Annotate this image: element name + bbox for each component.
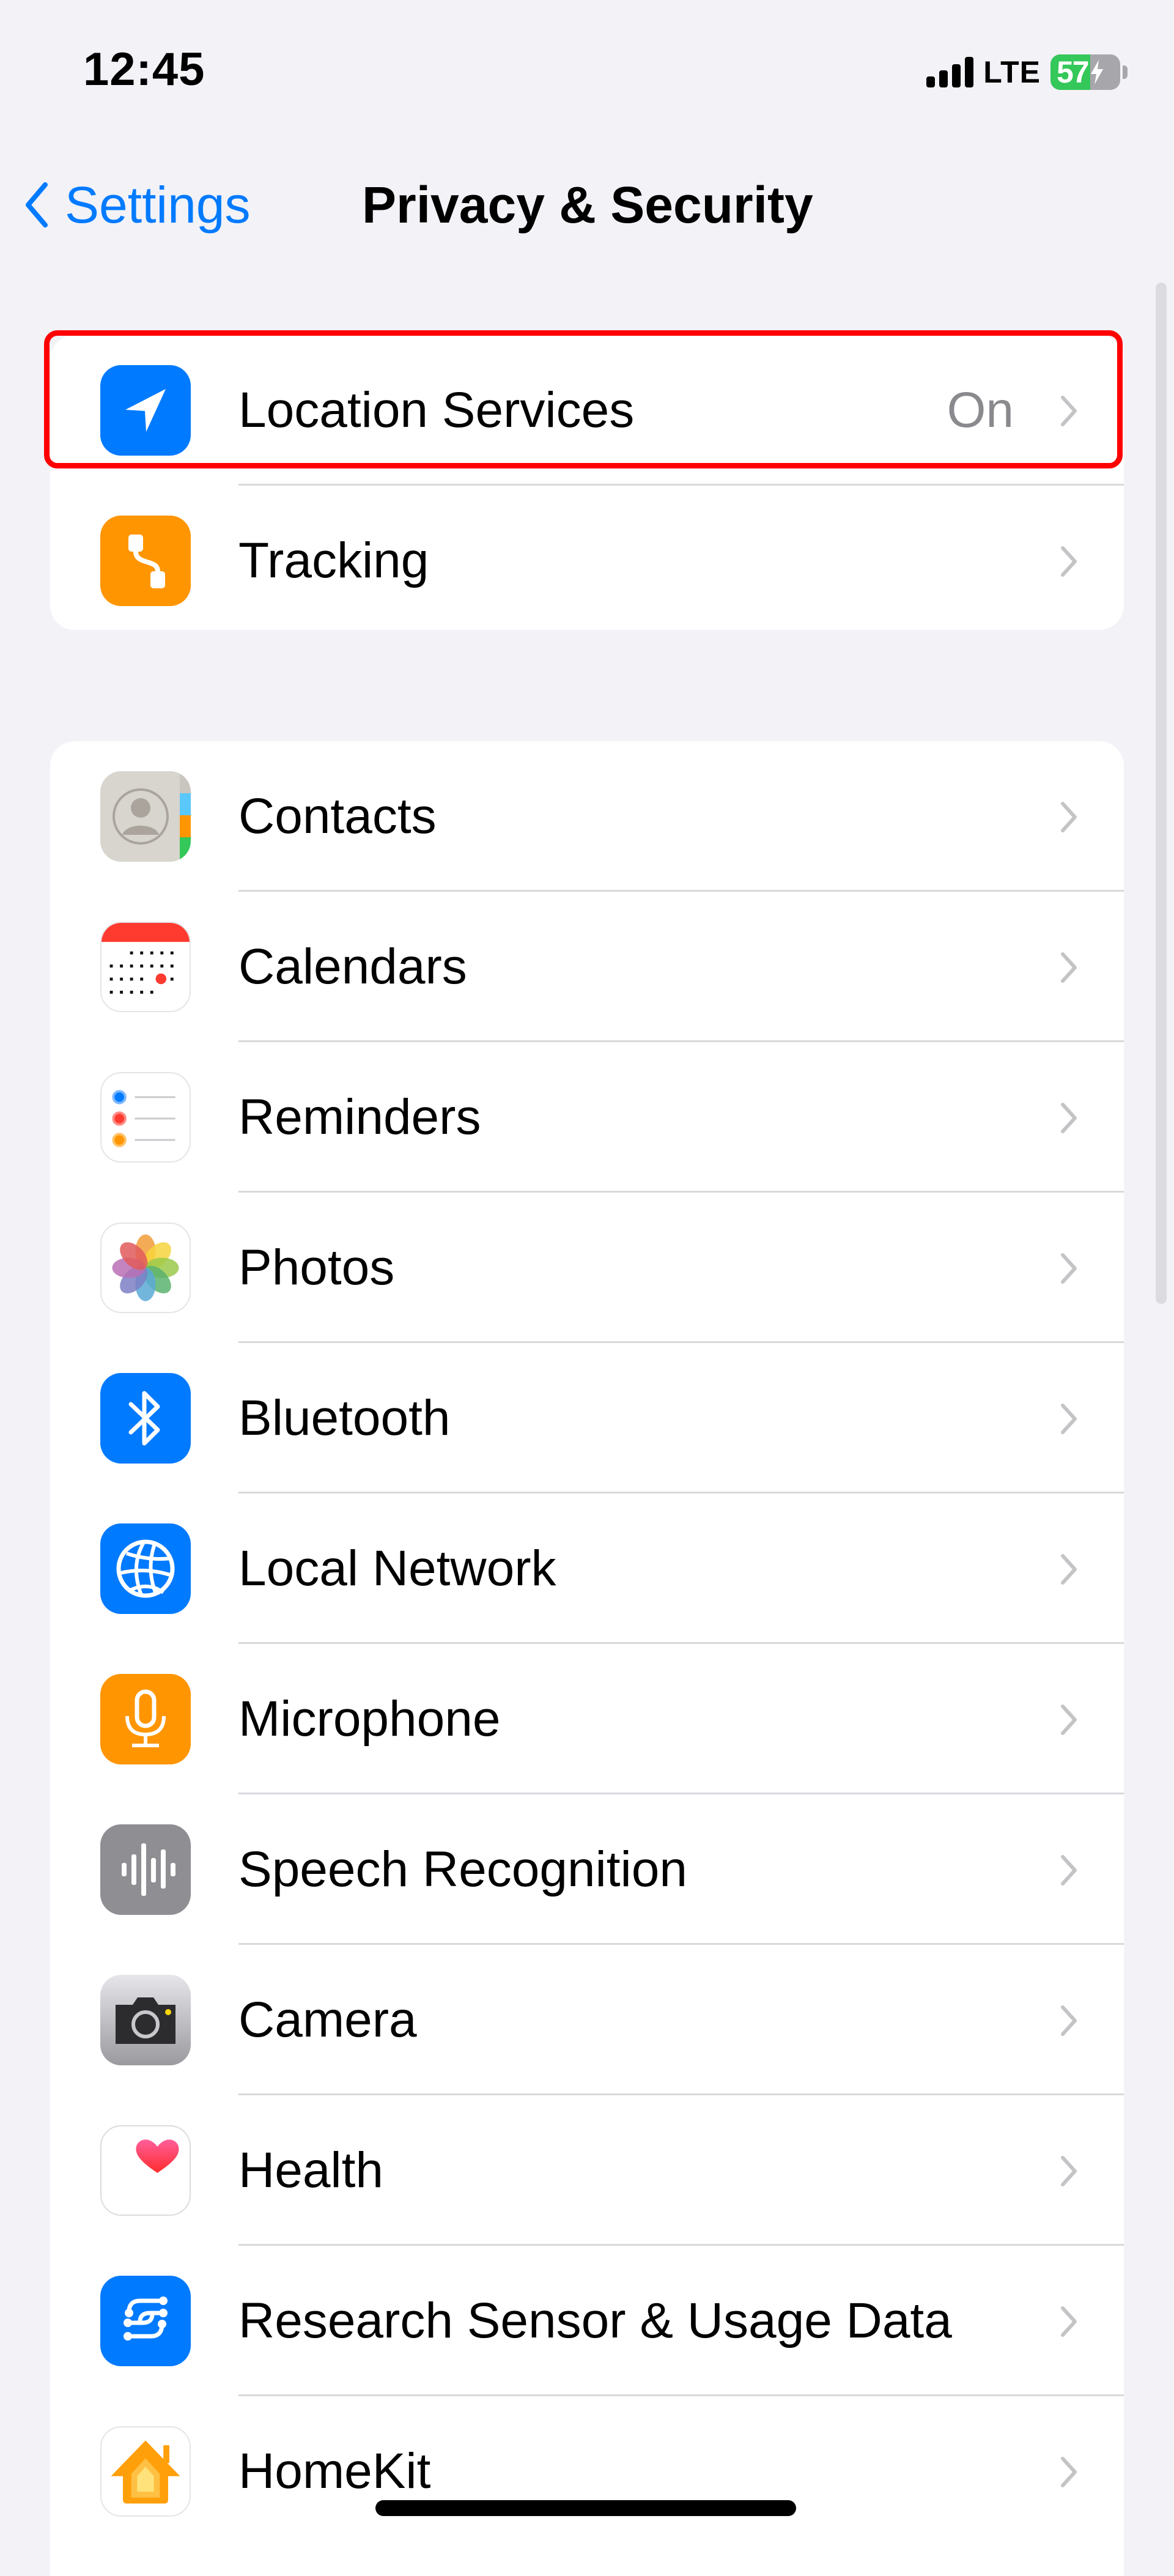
chevron-right-icon — [1061, 1103, 1077, 1133]
settings-group-location: Location Services On Tracking — [50, 335, 1124, 630]
row-tracking[interactable]: Tracking — [50, 486, 1124, 630]
status-indicators: LTE 57 — [926, 54, 1128, 91]
chevron-right-icon — [1061, 396, 1077, 426]
row-label: Health — [238, 2142, 384, 2198]
chevron-right-icon — [1061, 2005, 1077, 2036]
battery-icon: 57 — [1050, 54, 1128, 90]
location-arrow-icon — [100, 365, 191, 456]
row-bluetooth[interactable]: Bluetooth — [50, 1343, 1124, 1493]
row-microphone[interactable]: Microphone — [50, 1644, 1124, 1794]
row-label: Local Network — [238, 1541, 556, 1596]
back-button[interactable]: Settings — [24, 171, 251, 239]
heart-icon — [100, 2125, 191, 2216]
bluetooth-icon — [100, 1373, 191, 1464]
chevron-right-icon — [1061, 952, 1077, 983]
row-photos[interactable]: Photos — [50, 1193, 1124, 1343]
home-indicator[interactable] — [375, 2500, 796, 2516]
back-button-label: Settings — [65, 176, 251, 234]
row-label: Reminders — [238, 1089, 481, 1145]
settings-group-permissions: Contacts Calendars Reminders Photos Blue… — [50, 741, 1124, 2576]
camera-icon — [100, 1975, 191, 2065]
cellular-signal-icon — [926, 57, 974, 87]
home-icon — [100, 2426, 191, 2517]
row-speech-recognition[interactable]: Speech Recognition — [50, 1794, 1124, 1945]
row-label: Calendars — [238, 939, 467, 994]
battery-percent: 57 — [1057, 55, 1090, 89]
row-homekit[interactable]: HomeKit — [50, 2396, 1124, 2547]
row-calendars[interactable]: Calendars — [50, 892, 1124, 1042]
status-time: 12:45 — [83, 43, 205, 95]
page-title: Privacy & Security — [362, 176, 813, 234]
microphone-icon — [100, 1674, 191, 1764]
chevron-right-icon — [1061, 1855, 1077, 1886]
photos-icon — [100, 1223, 191, 1313]
waveform-icon — [100, 1824, 191, 1915]
row-label: Contacts — [238, 788, 437, 844]
row-label: Camera — [238, 1992, 417, 2048]
network-type: LTE — [983, 55, 1041, 89]
globe-icon — [100, 1523, 191, 1614]
row-label: Tracking — [238, 533, 429, 588]
chevron-right-icon — [1061, 2457, 1077, 2487]
tracking-icon — [100, 516, 191, 606]
contacts-icon — [100, 771, 191, 862]
row-label: Speech Recognition — [238, 1841, 687, 1897]
reminders-icon — [100, 1072, 191, 1163]
row-label: HomeKit — [238, 2443, 431, 2499]
chevron-right-icon — [1061, 2306, 1077, 2337]
row-camera[interactable]: Camera — [50, 1945, 1124, 2095]
row-value: On — [947, 382, 1014, 438]
row-label: Microphone — [238, 1691, 501, 1747]
chevron-right-icon — [1061, 1554, 1077, 1585]
chevron-right-icon — [1061, 1404, 1077, 1434]
scroll-indicator[interactable] — [1156, 283, 1167, 1304]
row-label: Photos — [238, 1240, 395, 1295]
row-label: Location Services — [238, 382, 635, 438]
row-health[interactable]: Health — [50, 2095, 1124, 2246]
row-local-network[interactable]: Local Network — [50, 1493, 1124, 1644]
calendar-icon — [100, 922, 191, 1012]
chevron-left-icon — [26, 182, 48, 228]
research-icon — [100, 2276, 191, 2366]
chevron-right-icon — [1061, 1253, 1077, 1284]
chevron-right-icon — [1061, 546, 1077, 577]
chevron-right-icon — [1061, 802, 1077, 832]
row-location-services[interactable]: Location Services On — [50, 335, 1124, 486]
row-label: Bluetooth — [238, 1390, 451, 1446]
row-reminders[interactable]: Reminders — [50, 1042, 1124, 1193]
charging-bolt-icon — [1090, 60, 1103, 84]
row-contacts[interactable]: Contacts — [50, 741, 1124, 892]
chevron-right-icon — [1061, 1704, 1077, 1735]
chevron-right-icon — [1061, 2156, 1077, 2186]
row-research-sensor[interactable]: Research Sensor & Usage Data — [50, 2246, 1124, 2396]
row-label: Research Sensor & Usage Data — [238, 2293, 952, 2348]
